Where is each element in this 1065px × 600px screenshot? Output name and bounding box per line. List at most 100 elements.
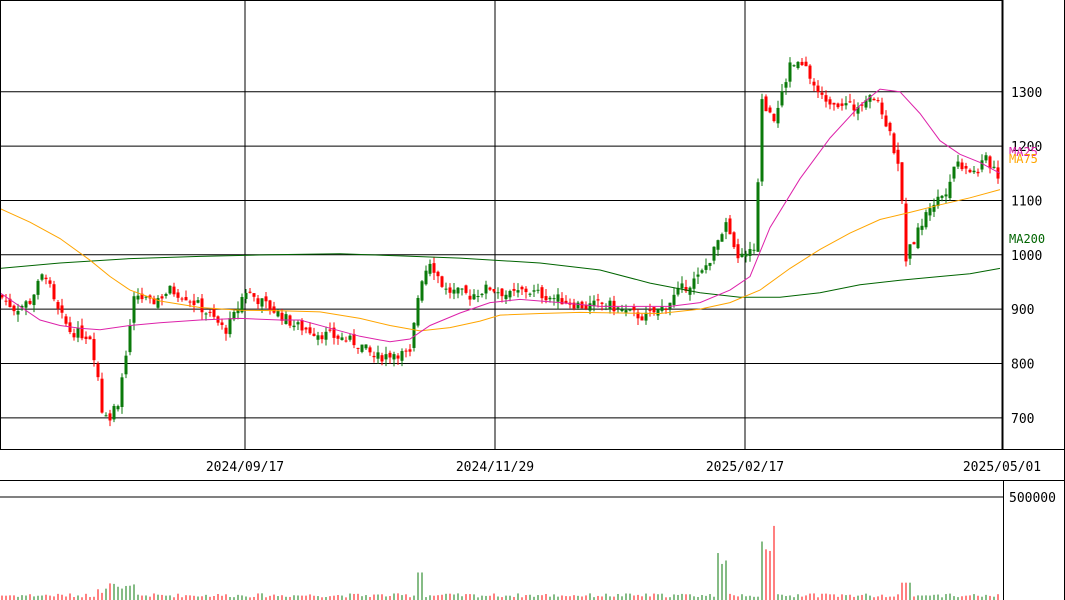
volume-bar (869, 595, 871, 600)
volume-bar (537, 595, 539, 600)
candle-body (260, 298, 264, 307)
candle-body (168, 285, 172, 294)
volume-bar (449, 593, 451, 600)
volume-bar (881, 594, 883, 600)
candle-body (732, 232, 736, 248)
volume-bar (645, 593, 647, 600)
volume-bar (641, 596, 643, 600)
volume-bar (701, 594, 703, 600)
volume-bar (9, 595, 11, 600)
volume-bar (121, 588, 123, 600)
volume-bar (113, 583, 115, 600)
volume-bar (313, 595, 315, 600)
price-tick-label: 1000 (1011, 249, 1042, 264)
volume-bar (97, 589, 99, 600)
volume-bar (653, 593, 655, 600)
volume-bar (525, 595, 527, 600)
candle-body (476, 295, 480, 298)
candle-body (256, 298, 260, 305)
volume-bar (649, 596, 651, 600)
candle-body (836, 103, 840, 108)
candle-body (524, 288, 528, 293)
volume-bar (829, 594, 831, 600)
candle-body (72, 333, 76, 338)
volume-bar (609, 596, 611, 600)
candle-body (176, 292, 180, 298)
volume-bar (725, 560, 727, 600)
volume-bar (133, 584, 135, 600)
volume-bar (637, 594, 639, 600)
volume-bar (169, 595, 171, 600)
candle-body (52, 284, 56, 300)
candle-body (948, 181, 952, 199)
volume-bar (201, 596, 203, 600)
candle-body (284, 314, 288, 324)
candle-body (252, 293, 256, 297)
volume-bar (185, 595, 187, 600)
candle-body (964, 166, 968, 169)
candle-body (696, 274, 700, 277)
volume-bar (57, 593, 59, 600)
volume-bar (953, 596, 955, 600)
volume-bar (373, 594, 375, 600)
price-tick-label: 1300 (1011, 86, 1042, 101)
volume-bar (581, 596, 583, 600)
volume-bar (597, 595, 599, 600)
volume-bar (1, 595, 3, 600)
candle-body (516, 290, 520, 293)
candle-body (192, 300, 196, 306)
candle-body (812, 81, 816, 86)
candle-body (588, 303, 592, 311)
candle-body (108, 413, 112, 421)
volume-bar (165, 595, 167, 600)
volume-bar (613, 596, 615, 600)
candle-body (880, 102, 884, 115)
volume-bar (925, 595, 927, 600)
volume-bar (985, 594, 987, 600)
volume-bar (705, 595, 707, 600)
volume-bar (929, 595, 931, 600)
volume-bar (769, 550, 771, 600)
candle-body (804, 61, 808, 67)
candle-body (40, 274, 44, 280)
volume-bar (625, 593, 627, 600)
candle-body (904, 203, 908, 262)
price-tick-label: 900 (1011, 303, 1034, 318)
volume-bar (13, 595, 15, 600)
volume-bar (777, 594, 779, 600)
candle-body (60, 305, 64, 313)
volume-bar (505, 595, 507, 600)
volume-bar (965, 595, 967, 600)
candle-body (164, 293, 168, 296)
volume-bar (417, 572, 419, 600)
volume-bar (565, 596, 567, 600)
volume-bar (889, 596, 891, 600)
volume-bar (673, 594, 675, 600)
volume-bar (489, 595, 491, 600)
candle-body (628, 309, 632, 311)
volume-bar (989, 595, 991, 600)
volume-bar (353, 593, 355, 600)
candle-body (372, 355, 376, 358)
candle-body (456, 287, 460, 294)
candle-body (424, 270, 428, 285)
volume-bar (905, 582, 907, 600)
volume-bar (921, 595, 923, 600)
candle-body (84, 336, 88, 339)
volume-bar (617, 593, 619, 600)
candle-body (716, 240, 720, 250)
candle-body (920, 225, 924, 230)
candle-body (608, 300, 612, 310)
candle-body (800, 61, 804, 66)
candle-body (724, 222, 728, 232)
volume-bar (329, 596, 331, 600)
volume-bar (809, 593, 811, 600)
candle-body (520, 286, 524, 290)
candle-body (300, 320, 304, 331)
ma-legend-label: MA75 (1009, 152, 1038, 166)
candle-body (188, 301, 192, 303)
volume-bar (937, 594, 939, 600)
date-tick-label: 2024/11/29 (456, 460, 534, 475)
candle-body (484, 284, 488, 294)
candle-body (748, 249, 752, 257)
